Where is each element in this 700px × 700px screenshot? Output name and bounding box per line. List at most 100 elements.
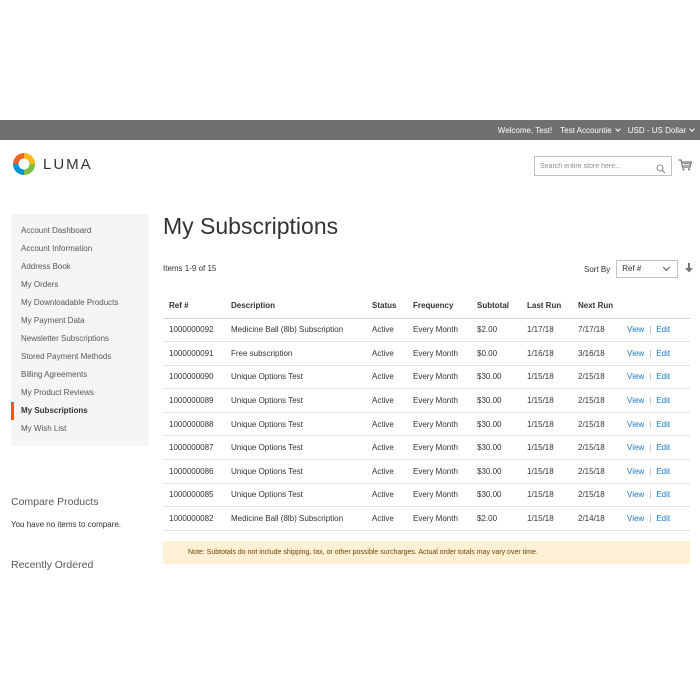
cell-actions: View | Edit [623,412,690,437]
edit-link[interactable]: Edit [656,372,670,381]
column-header-description: Description [225,294,366,319]
cell-subtotal: $30.00 [471,459,521,484]
cell-status: Active [366,365,407,390]
edit-link[interactable]: Edit [656,514,670,523]
cell-actions: View | Edit [623,506,690,531]
edit-link[interactable]: Edit [656,490,670,499]
table-header-row: Ref # Description Status Frequency Subto… [163,294,690,319]
luma-logo-icon [13,153,35,175]
sidebar-item-my-orders[interactable]: My Orders [11,276,149,294]
table-row: 1000000086 Unique Options Test Active Every… [163,459,690,484]
compare-products-title: Compare Products [11,496,99,508]
table-row: 1000000090 Unique Options Test Active Every… [163,365,690,390]
cell-actions: View | Edit [623,459,690,484]
sidebar-item-product-reviews[interactable]: My Product Reviews [11,384,149,402]
view-link[interactable]: View [627,420,644,429]
cell-frequency: Every Month [407,388,471,413]
recently-ordered-title: Recently Ordered [11,559,94,571]
cell-subtotal: $30.00 [471,412,521,437]
account-dropdown[interactable]: Test Accountie [560,125,621,135]
view-link[interactable]: View [627,349,644,358]
sidebar-item-address-book[interactable]: Address Book [11,258,149,276]
store-logo[interactable]: LUMA [12,152,93,176]
cell-description: Unique Options Test [225,388,366,413]
sidebar-item-wish-list[interactable]: My Wish List [11,420,149,438]
compare-empty-text: You have no items to compare. [11,520,121,529]
cell-frequency: Every Month [407,459,471,484]
column-header-ref: Ref # [163,294,225,319]
cell-subtotal: $30.00 [471,365,521,390]
cell-status: Active [366,318,407,343]
search-input[interactable] [535,157,651,175]
cell-next-run: 2/15/18 [572,365,623,390]
search-icon[interactable] [656,161,666,179]
cell-description: Unique Options Test [225,459,366,484]
sidebar-item-account-dashboard[interactable]: Account Dashboard [11,222,149,240]
cell-frequency: Every Month [407,506,471,531]
cart-icon[interactable] [678,158,693,176]
cell-description: Unique Options Test [225,365,366,390]
sidebar-item-payment-data[interactable]: My Payment Data [11,312,149,330]
cell-last-run: 1/15/18 [521,435,572,461]
view-link[interactable]: View [627,396,644,405]
cell-last-run: 1/15/18 [521,459,572,484]
sidebar-item-billing-agreements[interactable]: Billing Agreements [11,366,149,384]
cell-frequency: Every Month [407,341,471,366]
cell-subtotal: $30.00 [471,435,521,461]
link-separator: | [649,325,652,335]
cell-last-run: 1/15/18 [521,365,572,390]
edit-link[interactable]: Edit [656,396,670,405]
sidebar-item-downloadable-products[interactable]: My Downloadable Products [11,294,149,312]
logo-text: LUMA [43,155,93,173]
table-row: 1000000087 Unique Options Test Active Every… [163,435,690,461]
sort-select[interactable]: Ref # [616,260,679,278]
sidebar-item-newsletter[interactable]: Newsletter Subscriptions [11,330,149,348]
cell-description: Medicine Ball (8lb) Subscription [225,506,366,531]
cell-subtotal: $30.00 [471,388,521,413]
cell-ref: 1000000090 [163,365,225,390]
cell-actions: View | Edit [623,365,690,390]
chevron-down-icon [663,263,671,272]
view-link[interactable]: View [627,490,644,499]
table-row: 1000000082 Medicine Ball (8lb) Subscripti… [163,506,690,531]
cell-subtotal: $2.00 [471,506,521,531]
account-sidebar: Account Dashboard Account Information Ad… [11,214,149,446]
view-link[interactable]: View [627,514,644,523]
view-link[interactable]: View [627,467,644,476]
cell-ref: 1000000089 [163,388,225,413]
link-separator: | [649,443,652,453]
view-link[interactable]: View [627,372,644,381]
cell-ref: 1000000092 [163,318,225,343]
cell-subtotal: $0.00 [471,341,521,366]
cell-ref: 1000000091 [163,341,225,366]
cell-ref: 1000000085 [163,483,225,508]
subtotal-note: Note: Subtotals do not include shipping,… [163,541,690,564]
items-count: Items 1-9 of 15 [163,264,217,273]
sort-direction-arrow-icon[interactable] [685,263,694,275]
chevron-down-icon [689,125,695,132]
cell-status: Active [366,459,407,484]
edit-link[interactable]: Edit [656,443,670,452]
table-row: 1000000085 Unique Options Test Active Every… [163,483,690,508]
cell-ref: 1000000082 [163,506,225,531]
cell-next-run: 2/14/18 [572,506,623,531]
edit-link[interactable]: Edit [656,420,670,429]
table-row: 1000000091 Free subscription Active Every M… [163,341,690,366]
cell-subtotal: $30.00 [471,483,521,508]
currency-switcher[interactable]: USD - US Dollar [628,125,695,135]
link-separator: | [649,396,652,406]
view-link[interactable]: View [627,325,644,334]
edit-link[interactable]: Edit [656,325,670,334]
page-title: My Subscriptions [163,213,339,239]
cell-status: Active [366,483,407,508]
cell-subtotal: $2.00 [471,318,521,343]
edit-link[interactable]: Edit [656,349,670,358]
account-name: Test Accountie [560,125,612,135]
sidebar-item-stored-payment-methods[interactable]: Stored Payment Methods [11,348,149,366]
view-link[interactable]: View [627,443,644,452]
sidebar-item-my-subscriptions[interactable]: My Subscriptions [11,402,149,420]
edit-link[interactable]: Edit [656,467,670,476]
cell-next-run: 3/16/18 [572,341,623,366]
sidebar-item-account-information[interactable]: Account Information [11,240,149,258]
link-separator: | [649,348,652,358]
